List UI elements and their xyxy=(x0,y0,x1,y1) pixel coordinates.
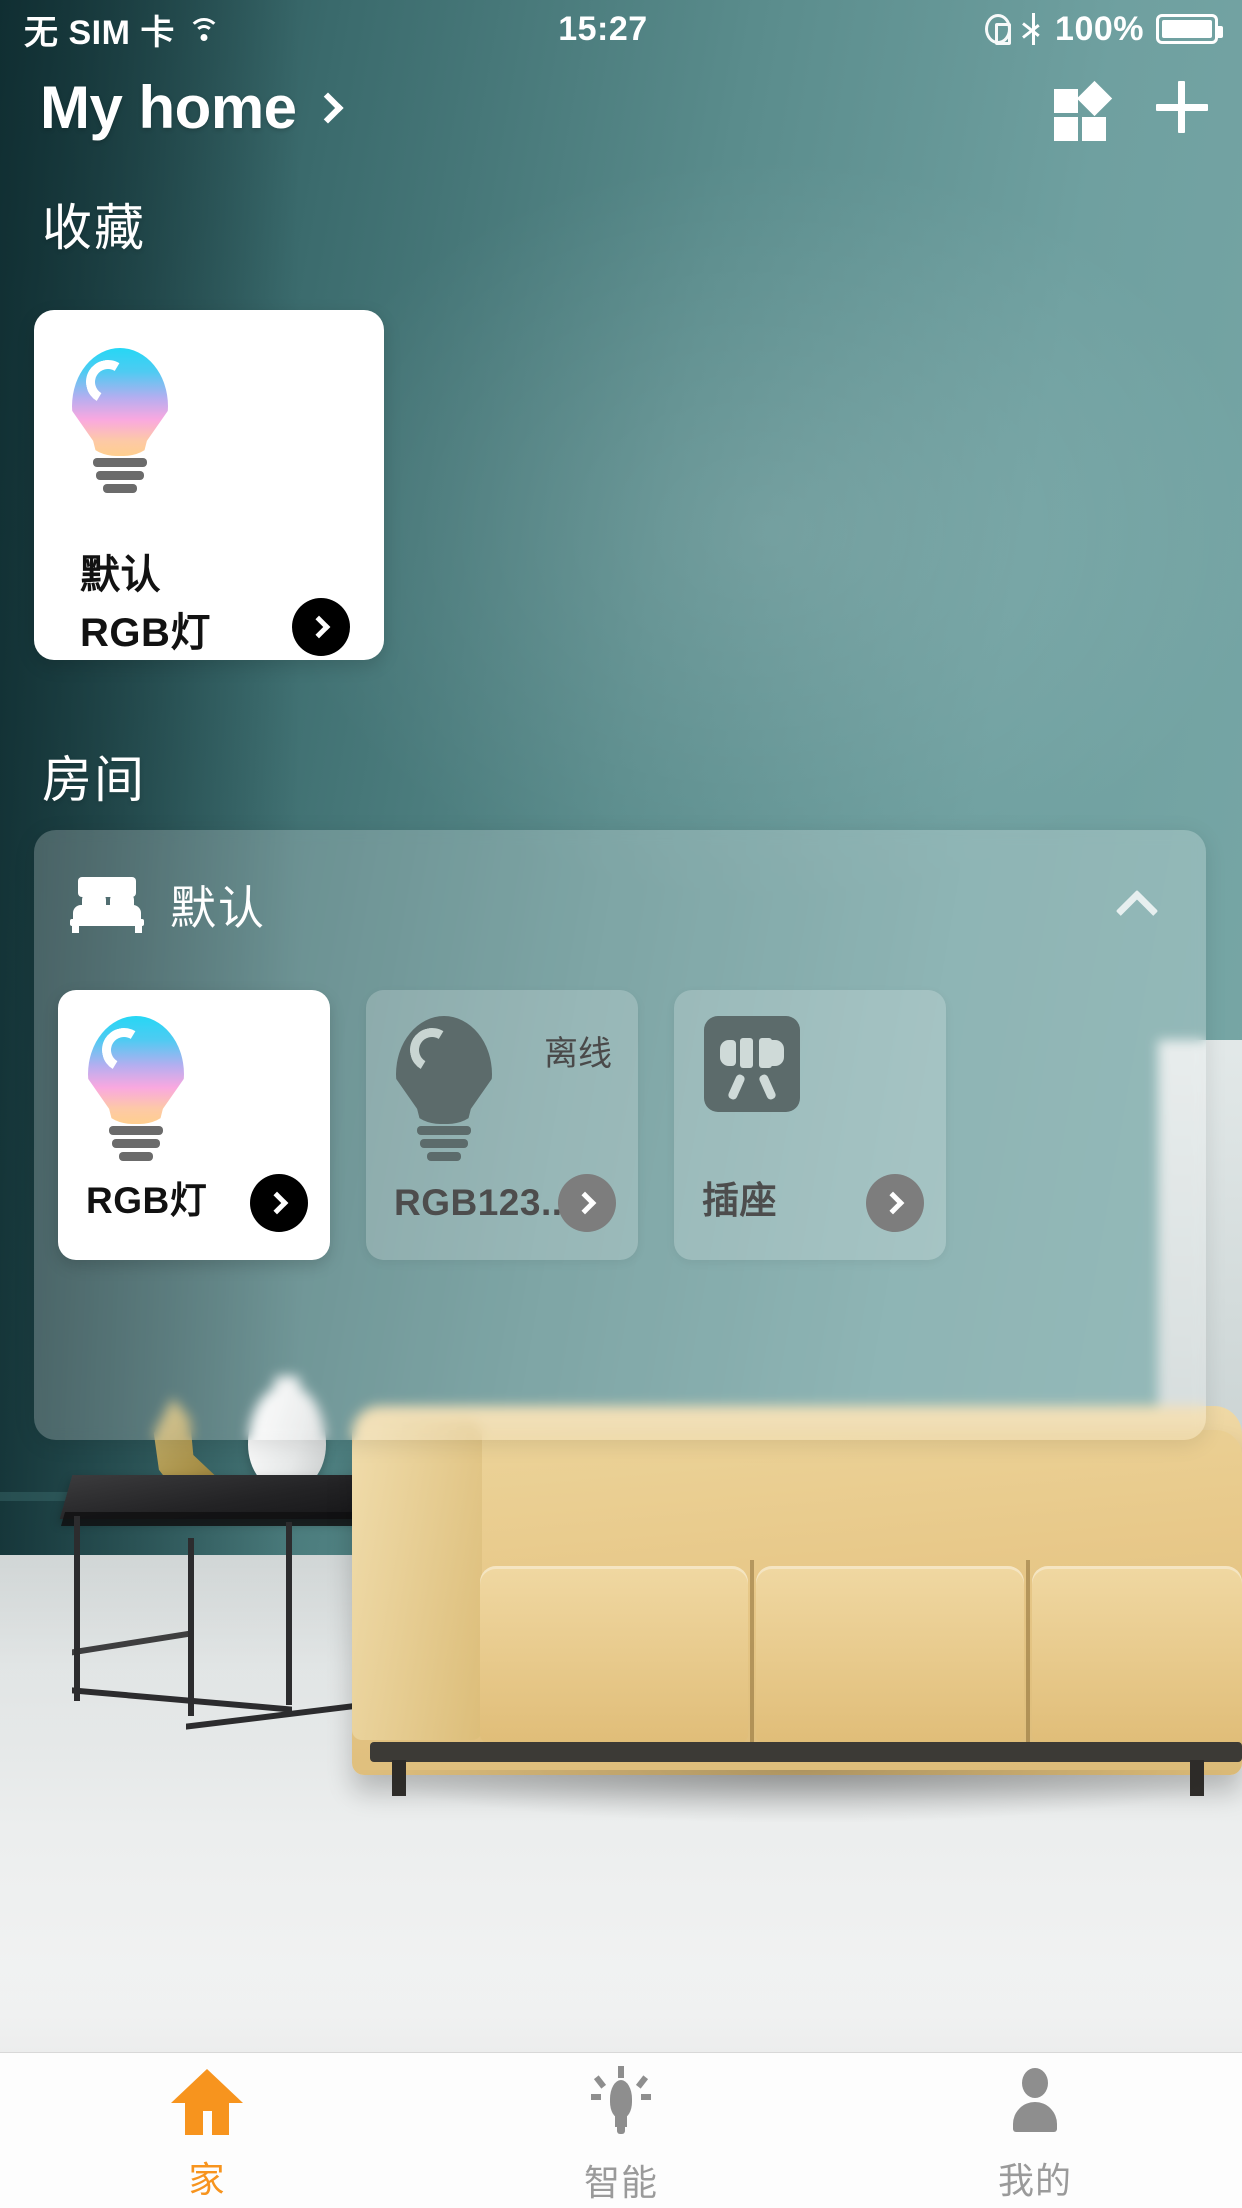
room-header[interactable]: 默认 xyxy=(34,830,1206,980)
chevron-up-icon[interactable] xyxy=(1115,886,1160,933)
device-card-rgb-light[interactable]: RGB灯 xyxy=(58,990,330,1260)
table-leg xyxy=(286,1522,292,1705)
carrier-label: 无 SIM 卡 xyxy=(24,13,175,52)
bluetooth-icon xyxy=(1023,13,1043,45)
rgb-bulb-icon xyxy=(88,1016,184,1161)
tab-smart-label: 智能 xyxy=(583,2161,658,2203)
wifi-icon xyxy=(187,16,221,42)
status-bar-clock: 15:27 xyxy=(558,9,648,48)
app-header: My home xyxy=(0,58,1242,156)
chevron-right-circle-icon[interactable] xyxy=(250,1174,308,1232)
device-name: RGB123... xyxy=(394,1182,574,1223)
rooms-section-title: 房间 xyxy=(42,752,146,808)
device-card-socket[interactable]: 插座 xyxy=(674,990,946,1260)
rgb-bulb-icon xyxy=(72,348,168,493)
rotation-lock-icon xyxy=(985,14,1012,45)
favorite-device-card[interactable]: 默认 RGB灯 xyxy=(34,310,384,660)
sofa-cushion xyxy=(480,1566,748,1744)
battery-percent-label: 100% xyxy=(1055,9,1144,48)
table-leg xyxy=(74,1516,80,1701)
favorite-room-name: 默认 xyxy=(80,553,161,597)
scene-grid-icon[interactable] xyxy=(1054,79,1113,141)
device-list: RGB灯 离线 RGB123... 插座 xyxy=(58,990,946,1260)
socket-icon xyxy=(704,1016,800,1112)
tab-smart[interactable]: 智能 xyxy=(414,2053,828,2208)
room-name: 默认 xyxy=(170,882,266,934)
chevron-right-icon xyxy=(311,92,344,124)
header-actions xyxy=(1054,79,1208,141)
favorites-section-title: 收藏 xyxy=(42,200,146,256)
bed-icon xyxy=(70,877,144,933)
sofa-arm xyxy=(352,1420,482,1740)
chevron-right-circle-icon[interactable] xyxy=(866,1174,924,1232)
status-bar: 无 SIM 卡 15:27 100% xyxy=(0,0,1242,58)
home-selector-button[interactable]: My home xyxy=(40,73,344,142)
sofa-cushion xyxy=(756,1566,1024,1744)
chevron-right-circle-icon[interactable] xyxy=(558,1174,616,1232)
tab-profile[interactable]: 我的 xyxy=(828,2053,1242,2208)
tab-home[interactable]: 家 xyxy=(0,2053,414,2208)
person-icon xyxy=(999,2067,1071,2136)
status-badge: 离线 xyxy=(544,1035,612,1073)
photo-bottom-fade xyxy=(0,1930,1242,2052)
device-card-rgb123[interactable]: 离线 RGB123... xyxy=(366,990,638,1260)
status-bar-right: 100% xyxy=(985,9,1223,49)
chevron-right-circle-icon[interactable] xyxy=(292,598,350,656)
house-icon xyxy=(171,2068,243,2135)
battery-full-icon xyxy=(1156,14,1223,44)
side-table-edge xyxy=(60,1512,402,1526)
table-leg xyxy=(188,1538,194,1716)
sofa-base xyxy=(370,1742,1242,1762)
tab-home-label: 家 xyxy=(188,2158,226,2200)
sofa-cushion xyxy=(1032,1566,1242,1744)
bulb-rays-icon xyxy=(585,2065,657,2138)
plus-icon[interactable] xyxy=(1156,81,1208,133)
sofa-seam xyxy=(750,1560,754,1746)
device-name: RGB灯 xyxy=(86,1180,208,1221)
sofa-seam xyxy=(1026,1560,1030,1746)
page-title: My home xyxy=(40,73,297,141)
favorite-device-name: RGB灯 xyxy=(80,611,211,655)
sofa-shadow xyxy=(360,1770,1242,1822)
device-name: 插座 xyxy=(702,1180,777,1221)
status-bar-left: 无 SIM 卡 xyxy=(24,5,221,54)
app-screen: 无 SIM 卡 15:27 100% My home 收藏 默认 RGB灯 房间… xyxy=(0,0,1242,2208)
tab-profile-label: 我的 xyxy=(997,2159,1072,2201)
room-panel-default: 默认 RGB灯 离线 RGB123... 插座 xyxy=(34,830,1206,1440)
bottom-tab-bar: 家 智能 我的 xyxy=(0,2052,1242,2208)
bulb-off-icon xyxy=(396,1016,492,1161)
